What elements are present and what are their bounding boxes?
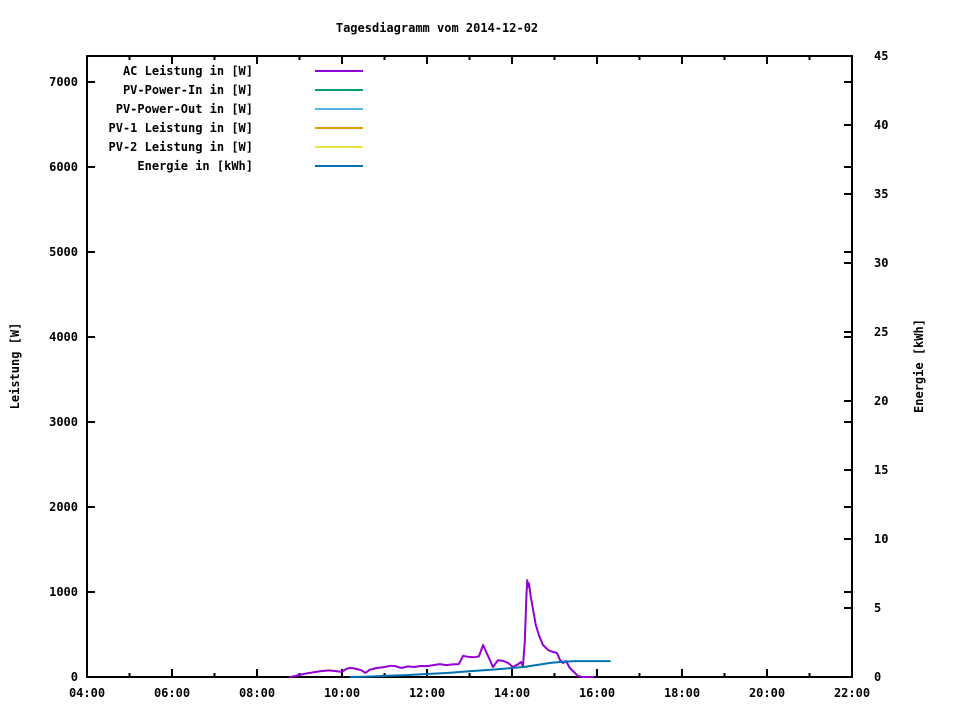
- y-left-tick-label: 2000: [49, 500, 78, 514]
- legend-line-sample: [315, 145, 363, 148]
- y-right-tick-label: 45: [874, 49, 889, 63]
- legend-label: Energie in [kWh]: [137, 158, 253, 173]
- legend-label: PV-2 Leistung in [W]: [108, 139, 254, 154]
- chart-canvas: Tagesdiagramm vom 2014-12-02 Leistung [W…: [0, 0, 960, 720]
- x-tick-label: 16:00: [578, 686, 616, 700]
- y-left-tick-label: 7000: [49, 75, 78, 89]
- x-tick-label: 18:00: [663, 686, 701, 700]
- x-tick-label: 10:00: [323, 686, 361, 700]
- y-right-tick-label: 30: [874, 256, 889, 270]
- legend: AC Leistung in [W] PV-Power-In in [W] PV-P…: [73, 61, 363, 175]
- y-left-tick-label: 0: [70, 670, 78, 684]
- legend-label: PV-1 Leistung in [W]: [108, 120, 254, 135]
- y-left-tick-label: 5000: [49, 245, 78, 259]
- legend-label: PV-Power-In in [W]: [122, 82, 253, 97]
- legend-line-sample: [315, 126, 363, 129]
- x-tick-label: 12:00: [408, 686, 446, 700]
- legend-line-sample: [315, 107, 363, 110]
- y-left-tick-label: 6000: [49, 160, 78, 174]
- y-axis-label-right: Energie [kWh]: [912, 319, 926, 413]
- x-tick-label: 06:00: [153, 686, 191, 700]
- y-left-tick-label: 3000: [49, 415, 78, 429]
- legend-entry: AC Leistung in [W]: [73, 61, 363, 80]
- legend-line-sample: [315, 69, 363, 72]
- y-right-tick-label: 5: [874, 601, 882, 615]
- legend-line-sample: [315, 88, 363, 91]
- legend-entry: PV-1 Leistung in [W]: [73, 118, 363, 137]
- legend-label: AC Leistung in [W]: [122, 63, 253, 78]
- chart-title: Tagesdiagramm vom 2014-12-02: [335, 21, 539, 35]
- y-right-tick-label: 10: [874, 532, 889, 546]
- legend-entry: PV-Power-Out in [W]: [73, 99, 363, 118]
- x-tick-label: 08:00: [238, 686, 276, 700]
- x-tick-label: 20:00: [748, 686, 786, 700]
- y-right-tick-label: 15: [874, 463, 889, 477]
- y-left-tick-label: 4000: [49, 330, 78, 344]
- x-tick-label: 22:00: [833, 686, 871, 700]
- legend-entry: PV-Power-In in [W]: [73, 80, 363, 99]
- x-tick-label: 04:00: [68, 686, 106, 700]
- legend-label: PV-Power-Out in [W]: [115, 101, 253, 116]
- legend-entry: Energie in [kWh]: [73, 156, 363, 175]
- y-right-tick-label: 40: [874, 118, 889, 132]
- legend-entry: PV-2 Leistung in [W]: [73, 137, 363, 156]
- y-right-tick-label: 20: [874, 394, 889, 408]
- y-left-tick-label: 1000: [49, 585, 78, 599]
- x-tick-label: 14:00: [493, 686, 531, 700]
- y-right-tick-label: 25: [874, 325, 889, 339]
- y-right-tick-label: 0: [874, 670, 882, 684]
- legend-line-sample: [315, 164, 363, 167]
- y-right-tick-label: 35: [874, 187, 889, 201]
